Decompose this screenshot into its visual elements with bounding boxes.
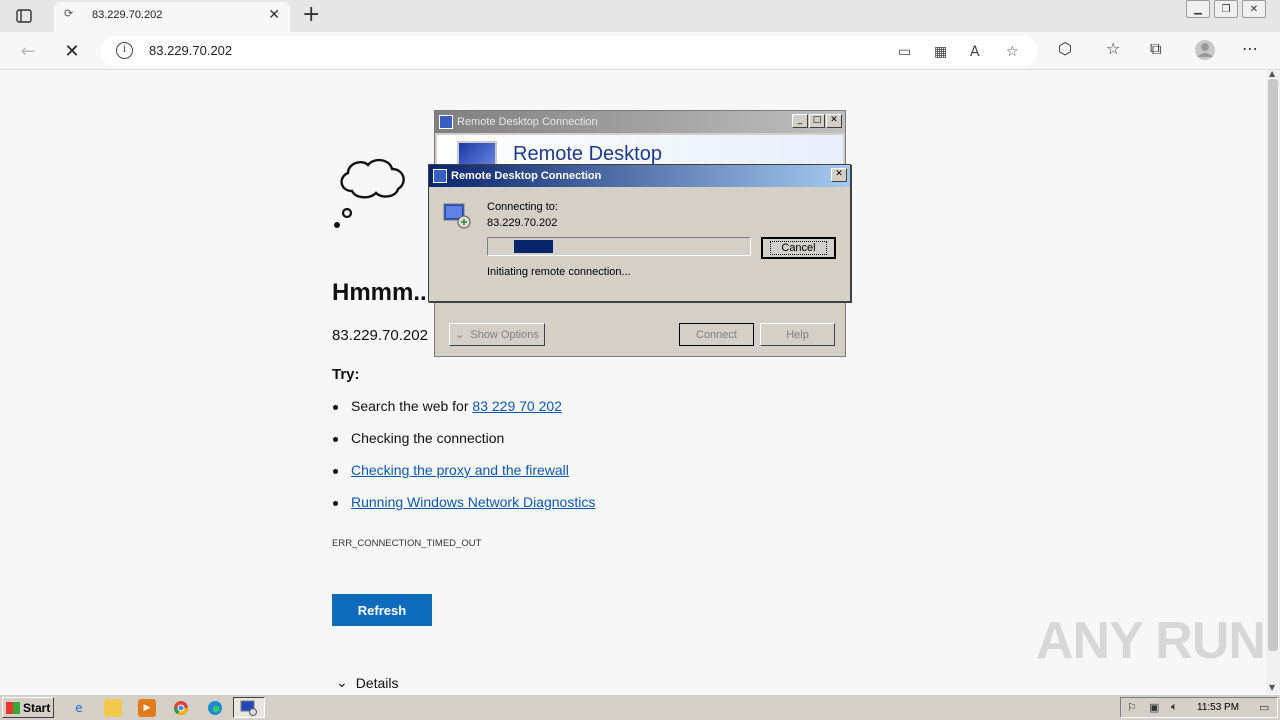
close-tab-icon[interactable]: ✕ <box>268 7 280 23</box>
error-code: ERR_CONNECTION_TIMED_OUT <box>332 538 482 549</box>
search-web-link[interactable]: 83 229 70 202 <box>472 398 562 414</box>
error-title: Hmmm... <box>332 279 434 306</box>
connect-button[interactable]: Connect <box>679 323 754 346</box>
refresh-button[interactable]: Refresh <box>332 594 432 626</box>
show-options-label: Show Options <box>470 328 539 341</box>
loading-icon: ⟳ <box>64 7 74 20</box>
suggestion-diagnostics: Running Windows Network Diagnostics <box>332 494 595 526</box>
scroll-thumb[interactable] <box>1268 79 1278 651</box>
rdp-main-title: Remote Desktop Connection <box>457 116 598 128</box>
qr-code-icon[interactable]: ▦ <box>934 44 947 60</box>
minimize-button[interactable]: _ <box>792 114 808 128</box>
scroll-down-icon[interactable]: ▼ <box>1269 683 1275 692</box>
minimize-button[interactable]: ▁ <box>1186 0 1210 18</box>
action-center-flag-icon[interactable]: ⚐ <box>1127 701 1137 714</box>
extensions-icon[interactable]: ⬡ <box>1058 39 1072 58</box>
rdp-app-icon <box>240 700 257 716</box>
windows-logo-icon <box>6 701 20 714</box>
window-controls: ▁ ❐ ✕ <box>1184 0 1266 18</box>
start-label: Start <box>23 700 51 715</box>
volume-icon[interactable]: 🔈︎ <box>1171 701 1178 714</box>
ie-icon[interactable]: e <box>70 699 88 717</box>
cancel-button[interactable]: Cancel <box>761 237 836 259</box>
more-menu-icon[interactable]: ⋯ <box>1242 39 1258 58</box>
chrome-icon[interactable] <box>172 699 190 717</box>
taskbar: Start e ▶ ⚐ ▣ 🔈︎ 11:53 PM ▭ <box>0 694 1280 720</box>
status-text: Initiating remote connection... <box>487 266 631 278</box>
watermark-logo: ANY RUN <box>1036 612 1266 670</box>
nav-bar: ← ✕ i 83.229.70.202 ▭ ▦ A ☆ ⬡ ☆ ⧉ ⋯ <box>0 32 1280 70</box>
close-window-button[interactable]: ✕ <box>1242 0 1266 18</box>
details-toggle[interactable]: ⌄ Details <box>336 674 399 691</box>
read-aloud-icon[interactable]: A <box>970 44 980 60</box>
rdp-taskbar-button[interactable] <box>233 697 265 718</box>
tab-title: 83.229.70.202 <box>92 9 163 21</box>
info-icon[interactable]: i <box>116 42 133 59</box>
folder-icon[interactable] <box>104 699 122 717</box>
scroll-up-icon[interactable]: ▲ <box>1269 69 1275 78</box>
suggestion-proxy: Checking the proxy and the firewall <box>332 462 595 494</box>
proxy-firewall-link[interactable]: Checking the proxy and the firewall <box>351 462 569 478</box>
maximize-button[interactable]: □ <box>809 114 825 128</box>
options-arrow-icon: ⌄ <box>455 329 465 341</box>
rdp-dialog-title: Remote Desktop Connection <box>451 170 602 182</box>
rdp-connecting-dialog: Remote Desktop Connection ✕ Connecting t… <box>428 164 851 302</box>
suggestion-connection: Checking the connection <box>332 430 595 462</box>
error-host: 83.229.70.202 <box>332 327 428 344</box>
computer-icon <box>443 203 471 229</box>
tab-bar: ⟳ 83.229.70.202 ✕ + ▁ ❐ ✕ <box>0 0 1280 32</box>
address-bar[interactable]: i 83.229.70.202 ▭ ▦ A ☆ <box>100 36 1038 66</box>
system-tray: ⚐ ▣ 🔈︎ 11:53 PM ▭ <box>1120 697 1278 718</box>
rdp-app-icon <box>433 169 447 183</box>
tab-actions-icon[interactable] <box>8 6 40 26</box>
profile-avatar[interactable] <box>1194 39 1216 65</box>
url-text[interactable]: 83.229.70.202 <box>149 43 232 58</box>
clock[interactable]: 11:53 PM <box>1197 702 1239 713</box>
show-desktop-icon[interactable]: ▭ <box>1259 701 1269 714</box>
rdp-app-icon <box>439 115 453 129</box>
back-button[interactable]: ← <box>16 40 40 62</box>
help-button[interactable]: Help <box>760 323 835 346</box>
connection-progress-bar <box>487 237 751 256</box>
app-available-icon[interactable]: ▭ <box>898 44 911 60</box>
edge-icon[interactable] <box>206 699 224 717</box>
connecting-label: Connecting to: <box>487 201 558 213</box>
restore-button[interactable]: ❐ <box>1214 0 1238 18</box>
cancel-label: Cancel <box>770 241 827 255</box>
favorites-icon[interactable]: ☆ <box>1106 39 1120 58</box>
vertical-scrollbar[interactable]: ▲ ▼ <box>1266 69 1280 694</box>
try-heading: Try: <box>332 366 360 383</box>
collections-icon[interactable]: ⧉ <box>1150 39 1161 59</box>
suggestion-text: Search the web for <box>351 398 473 414</box>
rdp-banner-text: Remote Desktop <box>513 143 662 165</box>
add-favorite-icon[interactable]: ☆ <box>1006 44 1019 60</box>
start-button[interactable]: Start <box>2 697 54 718</box>
network-icon[interactable]: ▣ <box>1149 701 1159 714</box>
details-label: Details <box>355 674 399 691</box>
suggestion-text: Checking the connection <box>351 430 505 446</box>
browser-tab[interactable]: ⟳ 83.229.70.202 ✕ <box>54 2 290 32</box>
rdp-dialog-titlebar[interactable]: Remote Desktop Connection ✕ <box>429 165 850 187</box>
chevron-down-icon: ⌄ <box>336 674 348 690</box>
media-player-icon[interactable]: ▶ <box>138 699 156 717</box>
new-tab-button[interactable]: + <box>302 3 320 27</box>
progress-fill <box>514 240 553 253</box>
network-diagnostics-link[interactable]: Running Windows Network Diagnostics <box>351 494 595 510</box>
rdp-main-titlebar[interactable]: Remote Desktop Connection _ □ ✕ <box>435 111 845 133</box>
stop-button[interactable]: ✕ <box>60 40 84 62</box>
connecting-host: 83.229.70.202 <box>487 217 558 229</box>
close-button[interactable]: ✕ <box>826 114 842 128</box>
suggestion-list: Search the web for 83 229 70 202 Checkin… <box>332 398 595 526</box>
show-options-button[interactable]: ⌄ Show Options <box>449 323 545 346</box>
close-button[interactable]: ✕ <box>831 168 847 182</box>
thought-cloud-icon <box>334 158 405 228</box>
suggestion-search: Search the web for 83 229 70 202 <box>332 398 595 430</box>
